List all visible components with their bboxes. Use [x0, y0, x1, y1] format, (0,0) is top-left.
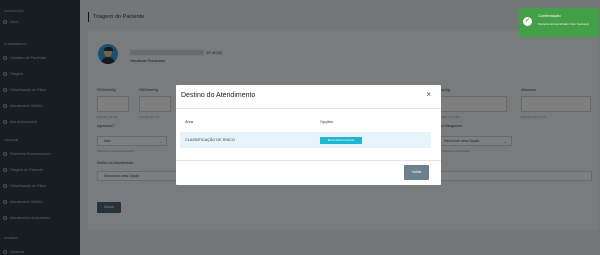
destino-modal: Destino do Atendimento × Área Opções CLA…	[176, 85, 441, 185]
row-area-cell: CLASSIFICAÇÃO DE RISCO	[185, 138, 235, 142]
modal-title: Destino do Atendimento	[181, 92, 256, 99]
toast-title: Confirmação	[538, 13, 561, 18]
modal-footer-divider	[176, 160, 441, 161]
success-toast: ✓ Confirmação Paciente Encaminhado Com S…	[519, 8, 599, 37]
modal-divider	[176, 108, 441, 109]
close-icon[interactable]: ×	[426, 91, 431, 99]
back-button[interactable]: Voltar	[404, 165, 429, 180]
column-header-area: Área	[185, 120, 194, 124]
check-circle-icon: ✓	[523, 17, 532, 26]
column-header-opcoes: Opções	[320, 120, 334, 124]
encaminhar-paciente-button[interactable]: Encaminhar Paciente	[320, 137, 362, 144]
toast-message: Paciente Encaminhado Com Sucesso!	[538, 22, 590, 26]
